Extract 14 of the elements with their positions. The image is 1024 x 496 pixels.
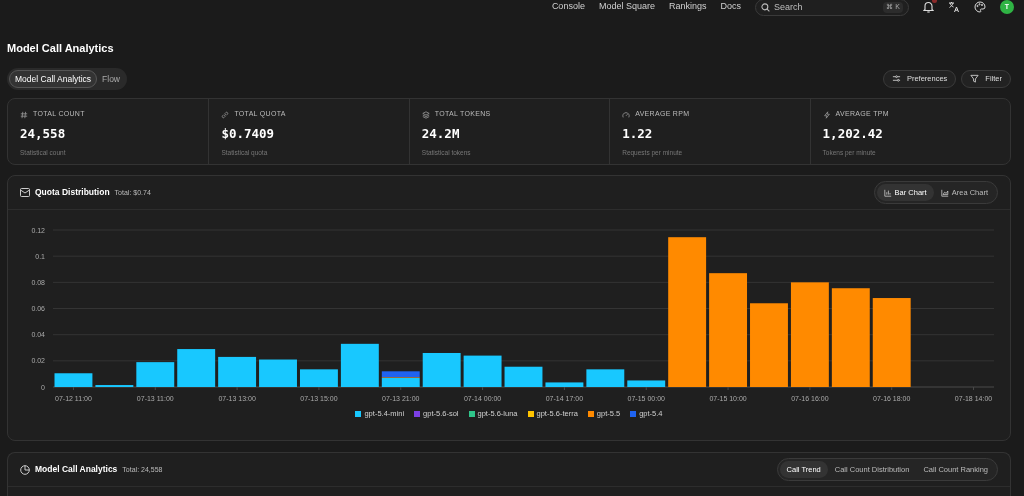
nav-link[interactable]: Docs: [720, 0, 741, 14]
stat-value: 1.22: [622, 124, 654, 143]
nav-link[interactable]: Console: [551, 0, 585, 14]
panel-title: Model Call Analytics: [35, 463, 118, 477]
stat-value: 1,202.42: [822, 124, 884, 143]
stat-value: $0.7409: [221, 124, 276, 143]
tab[interactable]: Flow: [97, 69, 125, 89]
panel-title: Quota Distribution: [35, 186, 110, 200]
stat-value: 24.2M: [421, 124, 461, 143]
nav-link[interactable]: Rankings: [668, 0, 707, 14]
page-title: Model Call Analytics: [7, 41, 115, 56]
nav-link[interactable]: Model Square: [598, 0, 655, 14]
stat-value: 24,558: [20, 124, 67, 143]
tab[interactable]: Model Call Analytics: [9, 69, 98, 89]
